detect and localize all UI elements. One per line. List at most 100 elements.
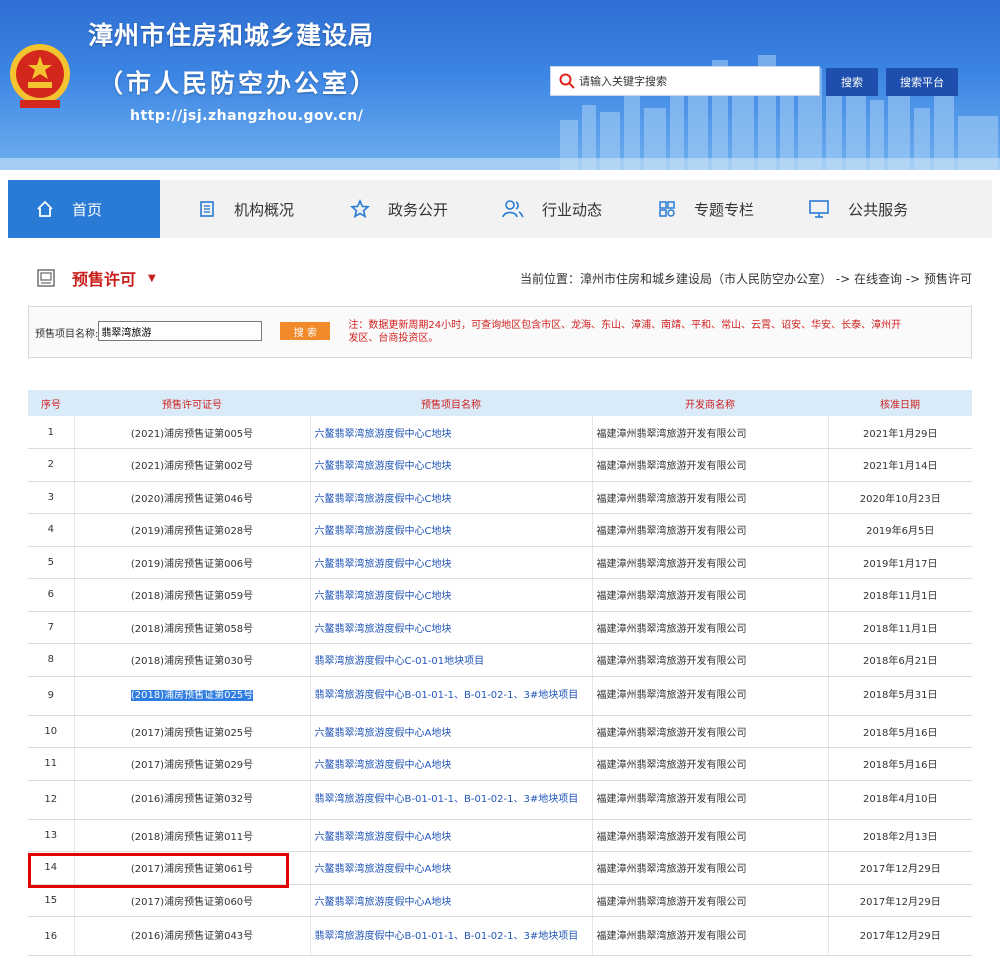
- permit-number: (2017)浦房预售证第025号: [73, 715, 310, 748]
- project-name-link[interactable]: 翡翠湾旅游度假中心C-01-01地块项目: [309, 643, 592, 677]
- table-row: 10 (2017)浦房预售证第025号 六鳌翡翠湾旅游度假中心A地块 福建漳州翡翠湾旅…: [28, 715, 972, 748]
- filter-panel: 预售项目名称: 搜 索 注：数据更新周期24小时，可查询地区包含市区、龙海、东山…: [28, 306, 972, 358]
- approval-date: 2017年12月29日: [827, 851, 972, 885]
- project-name-link[interactable]: 六鳌翡翠湾旅游度假中心C地块: [309, 481, 592, 514]
- table-header-row: 序号 预售许可证号 预售项目名称 开发商名称 核准日期: [28, 390, 972, 416]
- developer-name: 福建漳州翡翠湾旅游开发有限公司: [591, 513, 828, 547]
- row-number-text: 1: [47, 426, 54, 438]
- permit-number: (2016)浦房预售证第043号: [73, 916, 310, 956]
- highlight-box: [28, 853, 289, 888]
- page-icon: [37, 269, 55, 287]
- search-icon: [559, 73, 575, 89]
- grid-icon: [659, 201, 675, 217]
- approval-date-text: 2018年6月21日: [862, 656, 938, 668]
- project-name-link[interactable]: 六鳌翡翠湾旅游度假中心C地块: [309, 546, 592, 579]
- location-bar: 预售许可 ▼ 当前位置：漳州市住房和城乡建设局（市人民防空办公室） -> 在线查…: [28, 266, 972, 290]
- project-name-link[interactable]: 六鳌翡翠湾旅游度假中心A地块: [309, 747, 592, 781]
- approval-date: 2018年5月16日: [827, 747, 972, 781]
- permit-number-text: (2017)浦房预售证第025号: [130, 727, 254, 739]
- row-number: 1: [28, 416, 74, 449]
- permit-number-text: (2017)浦房预售证第060号: [130, 896, 254, 908]
- developer-name-text: 福建漳州翡翠湾旅游开发有限公司: [596, 656, 747, 668]
- approval-date: 2017年12月29日: [827, 916, 972, 956]
- permit-number: (2021)浦房预售证第002号: [73, 448, 310, 482]
- nav-public-services[interactable]: 公共服务: [808, 180, 908, 238]
- permit-number-text: (2021)浦房预售证第005号: [130, 428, 254, 440]
- permit-number: (2017)浦房预售证第060号: [73, 884, 310, 917]
- project-name-link[interactable]: 翡翠湾旅游度假中心B-01-01-1、B-01-02-1、3#地块项目: [309, 676, 592, 716]
- row-number: 8: [28, 643, 74, 677]
- approval-date-text: 2021年1月29日: [862, 428, 938, 440]
- nav-home[interactable]: 首页: [8, 180, 160, 238]
- nav-gov-affairs[interactable]: 政务公开: [350, 180, 448, 238]
- row-number-text: 7: [47, 621, 54, 633]
- project-name-link-text: 六鳌翡翠湾旅游度假中心C地块: [314, 558, 452, 570]
- header-banner: 漳州市住房和城乡建设局 （市人民防空办公室） http://jsj.zhangz…: [0, 0, 1000, 170]
- row-number-text: 15: [44, 894, 58, 906]
- project-name-link-text: 翡翠湾旅游度假中心C-01-01地块项目: [314, 656, 485, 668]
- nav-label: 公共服务: [848, 200, 909, 219]
- monitor-icon: [809, 200, 829, 218]
- approval-date: 2017年12月29日: [827, 884, 972, 917]
- page-title: 预售许可: [72, 270, 137, 289]
- project-name-link[interactable]: 六鳌翡翠湾旅游度假中心C地块: [309, 448, 592, 482]
- project-name-link[interactable]: 六鳌翡翠湾旅游度假中心A地块: [309, 884, 592, 917]
- developer-name-text: 福建漳州翡翠湾旅游开发有限公司: [596, 690, 747, 701]
- row-number-text: 6: [47, 589, 54, 601]
- home-icon: [37, 200, 53, 217]
- developer-name: 福建漳州翡翠湾旅游开发有限公司: [591, 578, 828, 612]
- column-header: 核准日期: [828, 390, 972, 416]
- developer-name: 福建漳州翡翠湾旅游开发有限公司: [591, 481, 828, 514]
- project-name-link[interactable]: 六鳌翡翠湾旅游度假中心A地块: [309, 819, 592, 852]
- project-name-link[interactable]: 六鳌翡翠湾旅游度假中心C地块: [309, 416, 592, 449]
- approval-date: 2021年1月29日: [827, 416, 972, 449]
- star-icon: [350, 199, 371, 219]
- row-number: 15: [28, 884, 74, 917]
- approval-date-text: 2017年12月29日: [859, 864, 941, 876]
- site-url[interactable]: http://jsj.zhangzhou.gov.cn/: [130, 108, 363, 124]
- project-name-link-text: 六鳌翡翠湾旅游度假中心A地块: [314, 831, 452, 843]
- row-number: 10: [28, 715, 74, 748]
- approval-date: 2018年11月1日: [827, 611, 972, 644]
- document-icon: [200, 201, 214, 217]
- permit-number: (2016)浦房预售证第032号: [73, 780, 310, 820]
- site-title: 漳州市住房和城乡建设局: [88, 21, 375, 50]
- approval-date: 2018年4月10日: [827, 780, 972, 820]
- nav-label: 政务公开: [388, 200, 449, 219]
- row-number: 7: [28, 611, 74, 644]
- table-row: 16 (2016)浦房预售证第043号 翡翠湾旅游度假中心B-01-01-1、B-0…: [28, 916, 972, 956]
- project-name-link-text: 六鳌翡翠湾旅游度假中心A地块: [314, 727, 452, 739]
- nav-special-topics[interactable]: 专题专栏: [658, 180, 754, 238]
- table-row: 1 (2021)浦房预售证第005号 六鳌翡翠湾旅游度假中心C地块 福建漳州翡翠湾旅游…: [28, 416, 972, 449]
- permit-number: (2018)浦房预售证第011号: [73, 819, 310, 852]
- search-platform-button[interactable]: 搜索平台: [886, 68, 958, 96]
- table-row: 5 (2019)浦房预售证第006号 六鳌翡翠湾旅游度假中心C地块 福建漳州翡翠湾旅游…: [28, 546, 972, 579]
- permit-number: (2019)浦房预售证第006号: [73, 546, 310, 579]
- developer-name-text: 福建漳州翡翠湾旅游开发有限公司: [596, 760, 747, 772]
- approval-date-text: 2017年12月29日: [859, 930, 941, 942]
- filter-search-button[interactable]: 搜 索: [280, 322, 331, 340]
- project-name-link[interactable]: 六鳌翡翠湾旅游度假中心C地块: [309, 513, 592, 547]
- row-number: 2: [28, 448, 74, 482]
- nav-org-overview[interactable]: 机构概况: [198, 180, 294, 238]
- project-name-link[interactable]: 六鳌翡翠湾旅游度假中心A地块: [309, 851, 592, 885]
- project-name-link[interactable]: 六鳌翡翠湾旅游度假中心A地块: [309, 715, 592, 748]
- project-name-link[interactable]: 六鳌翡翠湾旅游度假中心C地块: [309, 611, 592, 644]
- project-name-link[interactable]: 六鳌翡翠湾旅游度假中心C地块: [309, 578, 592, 612]
- permit-number-text: (2019)浦房预售证第006号: [130, 558, 254, 570]
- project-name-input[interactable]: [98, 321, 263, 341]
- permit-number-text: (2018)浦房预售证第058号: [130, 623, 254, 635]
- approval-date: 2020年10月23日: [827, 481, 972, 514]
- permit-number: (2018)浦房预售证第030号: [73, 643, 310, 677]
- developer-name-text: 福建漳州翡翠湾旅游开发有限公司: [596, 461, 747, 473]
- nav-industry-news[interactable]: 行业动态: [502, 180, 602, 238]
- developer-name: 福建漳州翡翠湾旅游开发有限公司: [591, 851, 828, 885]
- search-button[interactable]: 搜索: [826, 68, 878, 96]
- row-number-text: 3: [47, 491, 54, 503]
- caret-down-icon[interactable]: ▼: [148, 273, 156, 284]
- project-name-link[interactable]: 翡翠湾旅游度假中心B-01-01-1、B-01-02-1、3#地块项目: [309, 780, 592, 820]
- approval-date: 2018年2月13日: [827, 819, 972, 852]
- project-name-link-text: 翡翠湾旅游度假中心B-01-01-1、B-01-02-1、3#地块项目: [314, 794, 579, 805]
- site-search-input[interactable]: [579, 74, 819, 88]
- project-name-link[interactable]: 翡翠湾旅游度假中心B-01-01-1、B-01-02-1、3#地块项目: [309, 916, 592, 956]
